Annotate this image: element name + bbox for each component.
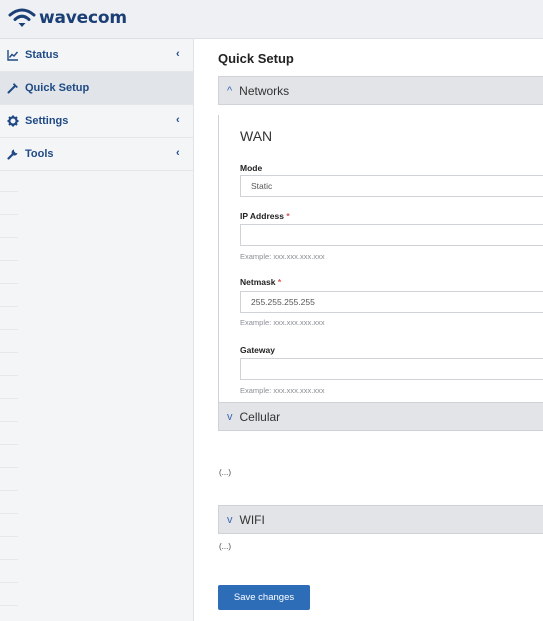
wifi-logo-icon (8, 8, 36, 27)
brand-logo[interactable]: wavecom (8, 7, 127, 29)
panel-title: WIFI (239, 512, 265, 527)
save-changes-button[interactable]: Save changes (218, 585, 310, 610)
netmask-hint: Example: xxx.xxx.xxx.xxx (240, 318, 325, 327)
sidebar-background-lines (0, 169, 18, 619)
magic-wand-icon (7, 82, 20, 95)
panel-title: Cellular (239, 409, 281, 424)
wifi-panel-header[interactable]: v WIFI (218, 505, 543, 534)
sidebar: Status ‹ Quick Setup Settings ‹ Tools ‹ (0, 39, 194, 621)
wrench-icon (7, 148, 20, 161)
netmask-label-text: Netmask (240, 277, 276, 287)
gear-icon (7, 115, 20, 128)
required-mark: * (277, 277, 282, 287)
gateway-label: Gateway (240, 345, 275, 355)
chevron-left-icon: ‹ (176, 48, 180, 60)
mode-select[interactable]: Static (240, 175, 543, 197)
networks-panel-header[interactable]: ^ Networks (218, 76, 543, 105)
top-header: wavecom (0, 0, 543, 39)
chevron-left-icon: ‹ (176, 114, 180, 126)
gateway-hint: Example: xxx.xxx.xxx.xxx (240, 386, 325, 395)
required-mark: * (286, 211, 290, 221)
chevron-down-icon: v (227, 410, 233, 423)
sidebar-item-quick-setup[interactable]: Quick Setup (0, 72, 193, 105)
cellular-more-ellipsis: (...) (219, 468, 231, 477)
brand-name: wavecom (39, 8, 127, 28)
wan-section-title: WAN (240, 128, 273, 144)
cellular-panel-header[interactable]: v Cellular (218, 402, 543, 431)
netmask-label: Netmask * (240, 277, 281, 287)
sidebar-item-settings[interactable]: Settings ‹ (0, 105, 193, 138)
page-title: Quick Setup (218, 51, 294, 66)
chevron-up-icon: ^ (227, 84, 233, 97)
ip-address-label-text: IP Address (240, 211, 284, 221)
networks-panel-body: WAN Mode Static IP Address * Example: xx… (218, 115, 543, 417)
sidebar-item-label: Settings (25, 115, 69, 127)
panel-title: Networks (239, 83, 290, 98)
sidebar-item-status[interactable]: Status ‹ (0, 39, 193, 72)
wifi-more-ellipsis: (...) (219, 542, 231, 551)
sidebar-item-label: Status (25, 49, 59, 61)
chevron-down-icon: v (227, 513, 233, 526)
sidebar-item-tools[interactable]: Tools ‹ (0, 138, 193, 171)
chart-line-icon (7, 49, 20, 62)
sidebar-item-label: Quick Setup (25, 82, 90, 94)
mode-label: Mode (240, 163, 263, 173)
ip-address-input[interactable] (240, 224, 543, 246)
chevron-left-icon: ‹ (176, 147, 180, 159)
gateway-input[interactable] (240, 358, 543, 380)
sidebar-item-label: Tools (25, 148, 54, 160)
ip-address-label: IP Address * (240, 211, 290, 221)
main-content: Quick Setup ^ Networks WAN Mode Static I… (194, 39, 543, 621)
netmask-input[interactable]: 255.255.255.255 (240, 291, 543, 313)
ip-address-hint: Example: xxx.xxx.xxx.xxx (240, 252, 325, 261)
